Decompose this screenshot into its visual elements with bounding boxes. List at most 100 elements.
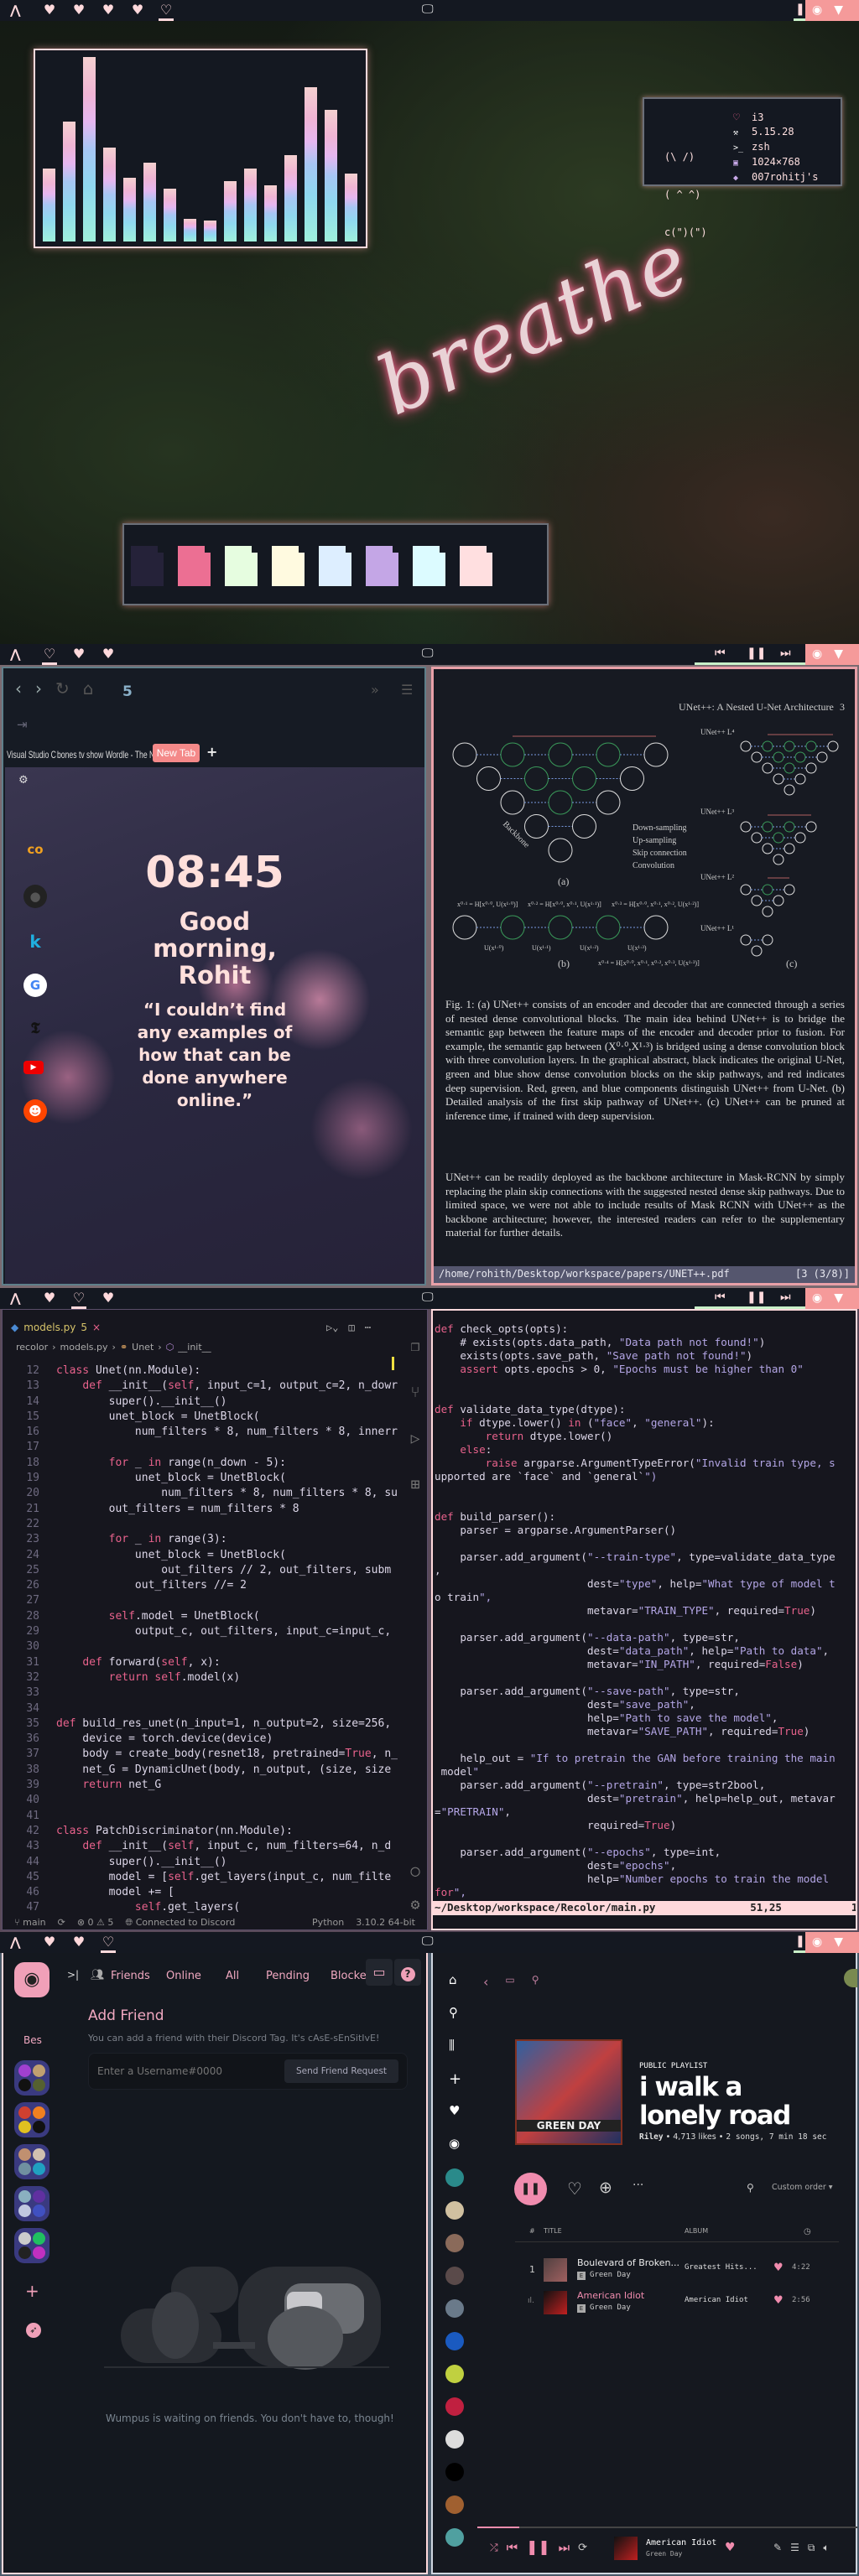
library-item-avatar[interactable] <box>445 2332 464 2350</box>
workspace-1-heart-outline-icon[interactable]: ♡ <box>42 646 57 665</box>
marketplace-icon[interactable]: ⚲ <box>532 1974 539 1990</box>
more-options-icon[interactable]: ··· <box>633 2179 643 2192</box>
forward-icon[interactable]: › <box>35 678 42 699</box>
shuffle-icon[interactable]: ⤮ <box>490 2542 498 2554</box>
library-item-avatar[interactable] <box>445 2168 464 2187</box>
explore-compass-icon[interactable]: ➶ <box>26 2323 41 2338</box>
tab-wordle[interactable]: Wordle - The N <box>106 749 154 761</box>
language-mode[interactable]: Python <box>312 1917 344 1929</box>
collapse-icon[interactable]: >| <box>67 1969 79 1981</box>
breadcrumb-item[interactable]: Unet <box>132 1342 154 1353</box>
code-editor[interactable]: 12 class Unet(nn.Module): 13 def __init__(… <box>3 1363 398 1916</box>
progress-bar[interactable] <box>477 2527 857 2528</box>
pause-icon[interactable]: ❚❚ <box>747 647 766 660</box>
profile-avatar[interactable] <box>844 1969 857 1987</box>
reload-icon[interactable]: ↻ <box>55 678 70 699</box>
track-artist[interactable]: Green Day <box>590 2271 631 2279</box>
liked-heart-icon[interactable]: ♥ <box>773 2294 784 2307</box>
workspace-3-heart-icon[interactable]: ♥ <box>101 2 116 21</box>
discord-status[interactable]: 🌐︎ Connected to Discord <box>125 1917 235 1929</box>
wifi-icon[interactable]: ▼ <box>834 3 843 18</box>
like-playlist-icon[interactable]: ♡ <box>567 2179 582 2199</box>
more-icon[interactable]: ⋯ <box>365 1322 371 1333</box>
track-title[interactable]: American Idiot <box>577 2290 644 2301</box>
breadcrumb-item[interactable]: recolor <box>16 1342 48 1353</box>
workspace-3-heart-outline-icon[interactable]: ♡ <box>101 1934 116 1953</box>
split-editor-icon[interactable]: ◫ <box>348 1322 354 1333</box>
discord-icon[interactable]: ◉ <box>812 3 822 18</box>
server-folder[interactable] <box>14 2228 49 2263</box>
breadcrumb-item[interactable]: models.py <box>60 1342 108 1353</box>
extensions-icon[interactable]: ⊞ <box>403 1462 427 1508</box>
workspace-4-heart-icon[interactable]: ♥ <box>130 2 145 21</box>
login-icon[interactable]: ⇥ <box>17 717 28 732</box>
library-item-avatar[interactable] <box>445 2528 464 2547</box>
previous-track-icon[interactable]: ⏮ <box>715 1291 726 1304</box>
problems-status[interactable]: ⊗ 0 ⚠ 5 <box>77 1917 114 1929</box>
track-row[interactable]: 1 Boulevard of Broken... E Green Day Greates… <box>515 2256 839 2284</box>
library-icon[interactable]: ⫼ <box>449 2038 455 2053</box>
home-icon[interactable]: ⌂ <box>449 1972 457 1987</box>
editor-tab[interactable]: ◆ models.py 5 × <box>11 1322 101 1333</box>
miniplayer-icon[interactable]: ▭ <box>505 1974 514 1990</box>
library-item-avatar[interactable] <box>445 2267 464 2285</box>
workspace-2-heart-icon[interactable]: ♥ <box>71 1934 86 1953</box>
now-playing-artist[interactable]: Green Day <box>646 2550 682 2558</box>
tab-bones[interactable]: bones tv show <box>57 749 103 761</box>
python-interpreter[interactable]: 3.10.2 64-bit <box>356 1917 415 1929</box>
previous-track-icon[interactable]: ⏮ <box>715 647 726 660</box>
play-pause-button[interactable]: ❚❚ <box>514 2173 547 2205</box>
like-current-icon[interactable]: ♥ <box>725 2541 736 2554</box>
workspace-1-heart-icon[interactable]: ♥ <box>42 2 57 21</box>
tab-visual-studio[interactable]: Visual Studio C <box>7 749 56 761</box>
tab-online[interactable]: Online <box>166 1970 201 1982</box>
liked-heart-icon[interactable]: ♥ <box>773 2262 784 2274</box>
track-row[interactable]: ıl. American Idiot E Green Day American Idio… <box>515 2288 839 2317</box>
next-track-icon[interactable]: ⏭ <box>780 1291 791 1304</box>
now-playing-title[interactable]: American Idiot <box>646 2538 716 2547</box>
branch-status[interactable]: ⑂ main <box>14 1917 46 1929</box>
vim-buffer[interactable]: def check_opts(opts): # exists(opts.data… <box>435 1322 836 1899</box>
col-title[interactable]: TITLE <box>544 2227 562 2235</box>
tab-friends[interactable]: Friends <box>111 1970 150 1982</box>
server-folder[interactable] <box>14 2186 49 2221</box>
podcasts-icon[interactable]: ◉ <box>449 2136 460 2151</box>
sync-icon[interactable]: ⟳ <box>58 1917 65 1929</box>
tab-blocked[interactable]: Blocked <box>331 1970 367 1982</box>
queue-icon[interactable]: ☰ <box>790 2542 799 2554</box>
next-track-icon[interactable]: ⏭ <box>780 647 791 660</box>
server-folder[interactable] <box>14 2144 49 2179</box>
create-playlist-icon[interactable]: + <box>449 2070 461 2088</box>
library-item-avatar[interactable] <box>445 2496 464 2514</box>
discord-icon[interactable]: ◉ <box>812 1291 822 1306</box>
tab-all[interactable]: All <box>226 1970 239 1982</box>
track-album[interactable]: American Idiot <box>685 2296 748 2304</box>
library-item-avatar[interactable] <box>445 2201 464 2220</box>
server-folder[interactable] <box>14 2060 49 2096</box>
library-item-avatar[interactable] <box>445 2463 464 2481</box>
wifi-icon[interactable]: ▼ <box>834 647 843 662</box>
workspace-1-heart-icon[interactable]: ♥ <box>42 1290 57 1309</box>
col-album[interactable]: ALBUM <box>685 2227 708 2235</box>
settings-gear-icon[interactable]: ⚙ <box>18 774 29 787</box>
owner[interactable]: Riley <box>639 2132 664 2142</box>
breadcrumb-item[interactable]: __init__ <box>178 1342 211 1353</box>
server-folder[interactable] <box>14 2102 49 2137</box>
discord-home-icon[interactable]: ◉ <box>14 1962 49 1997</box>
workspace-2-heart-icon[interactable]: ♥ <box>71 2 86 21</box>
search-in-playlist-icon[interactable]: ⚲ <box>747 2182 754 2194</box>
home-icon[interactable]: ⌂ <box>83 678 94 699</box>
username-input[interactable] <box>97 2062 265 2080</box>
pause-icon[interactable]: ❚❚ <box>526 2539 550 2556</box>
account-icon[interactable]: ◯ <box>403 1855 427 1888</box>
run-icon[interactable]: ▷⌄ <box>326 1322 338 1333</box>
add-tab-button[interactable]: + <box>206 744 217 760</box>
source-control-icon[interactable]: ⑂ <box>403 1369 427 1415</box>
close-tab-icon[interactable]: × <box>92 1322 101 1333</box>
sort-dropdown[interactable]: Custom order ▾ <box>772 2183 833 2192</box>
devices-icon[interactable]: ⧉ <box>808 2542 815 2554</box>
lyrics-icon[interactable]: ✎ <box>773 2542 782 2554</box>
library-item-avatar[interactable] <box>445 2365 464 2383</box>
wifi-icon[interactable]: ▼ <box>834 1291 843 1306</box>
workspace-3-heart-icon[interactable]: ♥ <box>101 1290 116 1309</box>
